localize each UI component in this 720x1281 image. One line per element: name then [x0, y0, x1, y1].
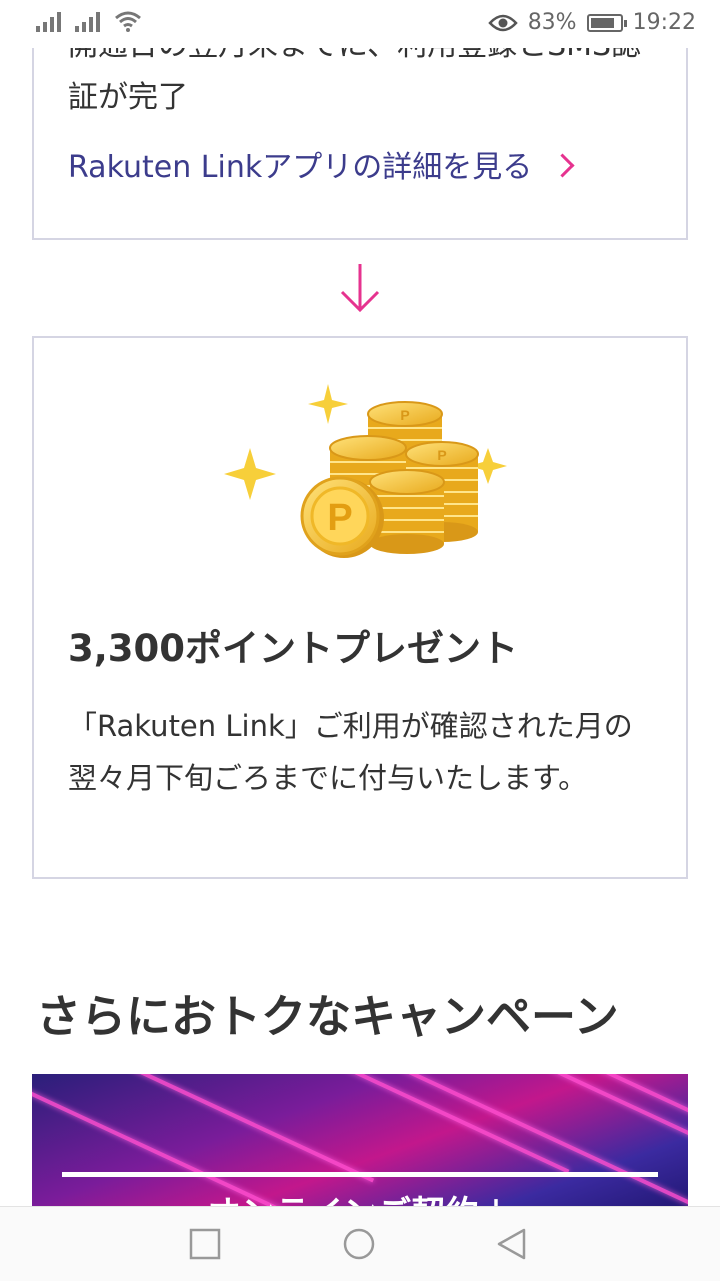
square-icon[interactable] — [188, 1227, 222, 1261]
svg-text:P: P — [400, 407, 409, 423]
signal-icon — [36, 10, 61, 32]
circle-icon[interactable] — [342, 1227, 376, 1261]
wifi-icon — [115, 11, 141, 32]
clock: 19:22 — [632, 10, 696, 35]
rakuten-link-details-label: Rakuten Linkアプリの詳細を見る — [68, 150, 533, 185]
campaign-banner[interactable]: オンラインご契約＋ — [32, 1074, 688, 1214]
battery-percent: 83% — [527, 10, 577, 35]
chevron-right-icon — [550, 152, 575, 178]
sparkle-icon — [224, 448, 276, 500]
rakuten-link-details-link[interactable]: Rakuten Linkアプリの詳細を見る — [68, 142, 575, 186]
section-title: さらにおトクなキャンペーン — [36, 990, 619, 1043]
eye-icon — [487, 14, 518, 31]
points-card: P P P 3,300ポイントプレゼント 「Rakuten Link」ご利用が確… — [32, 336, 688, 879]
sparkle-icon — [308, 384, 348, 424]
svg-text:P: P — [437, 447, 446, 463]
navigation-bar — [0, 1206, 720, 1281]
coins-icon: P P P — [224, 384, 507, 558]
back-icon[interactable] — [494, 1227, 528, 1261]
banner-divider — [62, 1172, 658, 1177]
svg-text:P: P — [327, 497, 352, 539]
points-description: 「Rakuten Link」ご利用が確認された月の翌々月下旬ごろまでに付与いたし… — [68, 709, 633, 795]
points-title: 3,300ポイントプレゼント — [68, 627, 519, 670]
status-bar: 83% 19:22 — [0, 0, 720, 48]
signal-icon — [75, 10, 100, 32]
battery-icon — [586, 13, 627, 32]
arrow-down-icon — [340, 264, 380, 313]
